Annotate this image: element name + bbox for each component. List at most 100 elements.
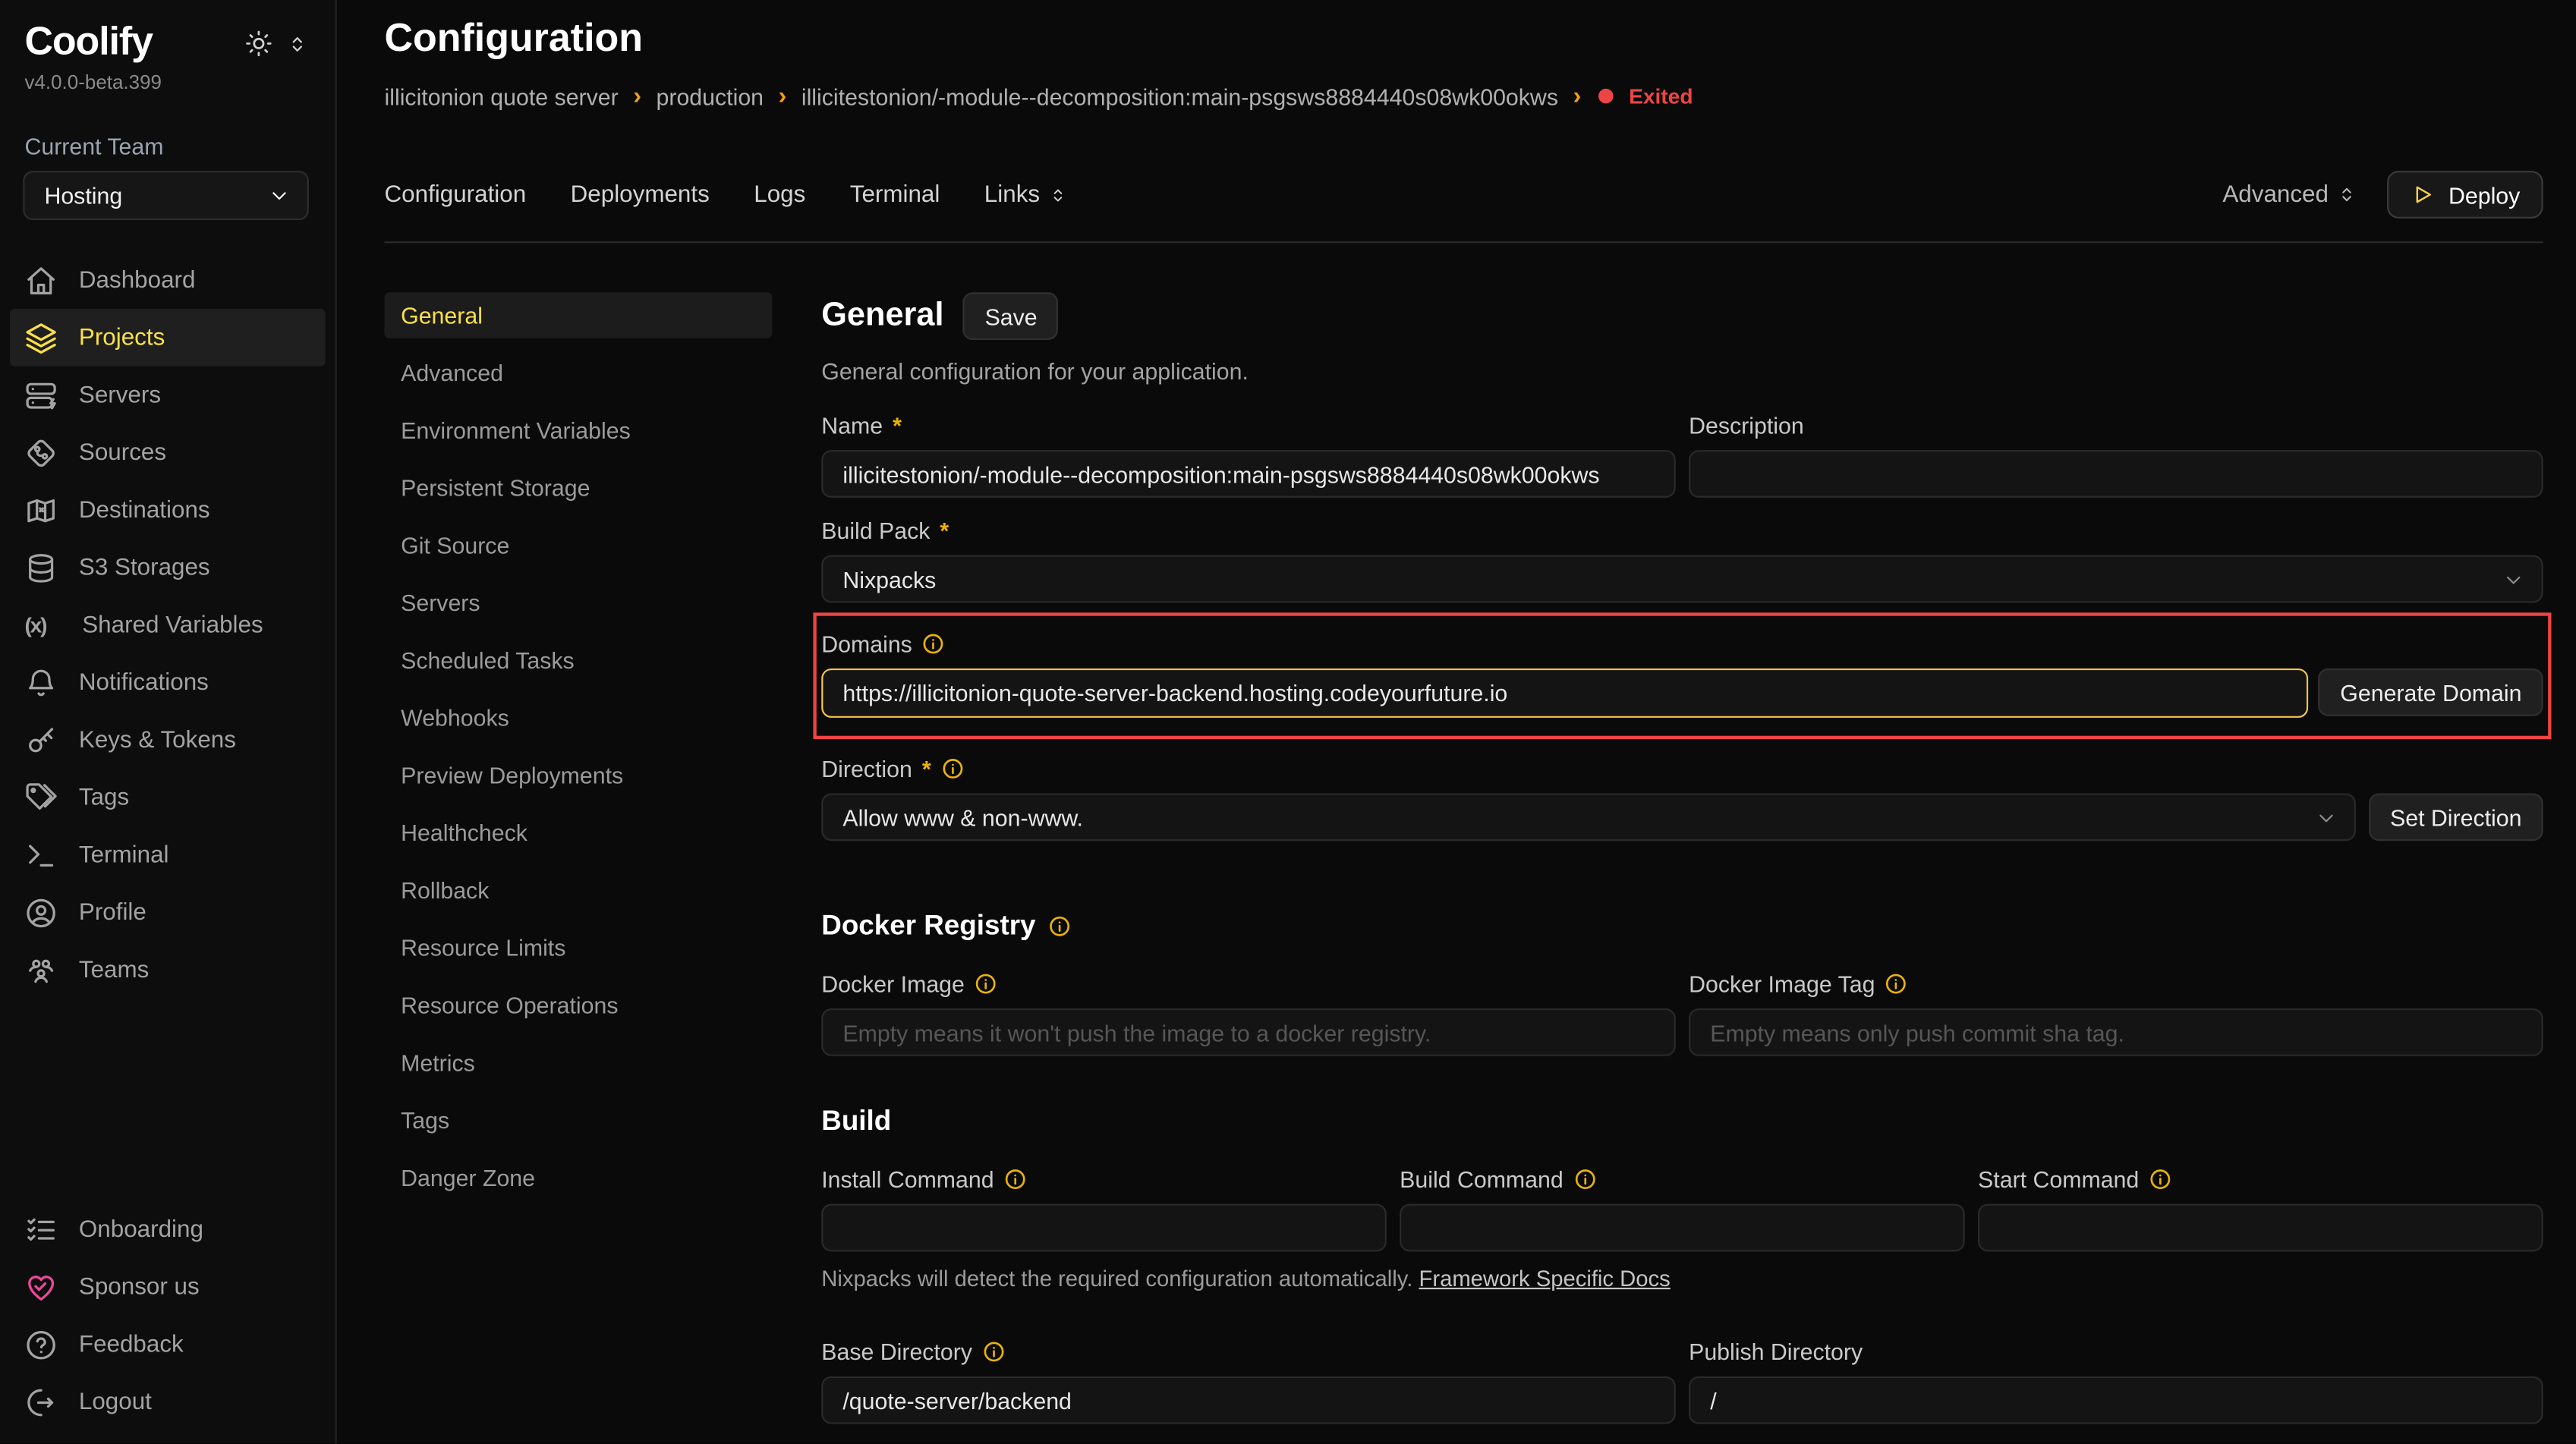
sidebar-nav: Dashboard Projects Servers Sources Desti… bbox=[0, 251, 335, 999]
subnav-scheduled-tasks[interactable]: Scheduled Tasks bbox=[384, 637, 772, 684]
chevrons-up-down-icon[interactable] bbox=[286, 32, 309, 55]
sidebar-item-tags[interactable]: Tags bbox=[0, 769, 335, 826]
tab-deployments[interactable]: Deployments bbox=[571, 181, 710, 208]
base-directory-input[interactable] bbox=[821, 1376, 1676, 1424]
breadcrumb: illicitonion quote server › production ›… bbox=[384, 82, 2543, 110]
sidebar-item-shared-variables[interactable]: (x) Shared Variables bbox=[0, 596, 335, 654]
info-icon[interactable] bbox=[2149, 1168, 2171, 1191]
sidebar-item-teams[interactable]: Teams bbox=[0, 941, 335, 999]
breadcrumb-environment[interactable]: production bbox=[657, 83, 764, 109]
sidebar-item-dashboard[interactable]: Dashboard bbox=[0, 251, 335, 309]
users-icon bbox=[24, 953, 57, 986]
breadcrumb-separator: › bbox=[1573, 82, 1581, 110]
info-icon[interactable] bbox=[982, 1340, 1005, 1363]
framework-docs-link[interactable]: Framework Specific Docs bbox=[1419, 1266, 1670, 1291]
general-form: General Save General configuration for y… bbox=[821, 292, 2543, 1443]
subnav-git-source[interactable]: Git Source bbox=[384, 522, 772, 568]
info-icon[interactable] bbox=[941, 757, 964, 780]
subnav-metrics[interactable]: Metrics bbox=[384, 1040, 772, 1086]
app-logo: Coolify bbox=[24, 20, 152, 66]
direction-label: Direction bbox=[821, 756, 912, 782]
sidebar-item-s3-storages[interactable]: S3 Storages bbox=[0, 539, 335, 596]
main-area: Configuration illicitonion quote server … bbox=[337, 0, 2576, 1444]
description-label: Description bbox=[1689, 412, 1804, 439]
sidebar-item-logout[interactable]: Logout bbox=[0, 1373, 335, 1431]
subnav-persistent-storage[interactable]: Persistent Storage bbox=[384, 465, 772, 511]
sidebar-item-terminal[interactable]: Terminal bbox=[0, 826, 335, 884]
info-icon[interactable] bbox=[1885, 972, 1907, 995]
subnav-general[interactable]: General bbox=[384, 292, 772, 338]
name-input[interactable] bbox=[821, 450, 1676, 498]
nixpacks-note: Nixpacks will detect the required config… bbox=[821, 1266, 1412, 1291]
publish-directory-label: Publish Directory bbox=[1689, 1339, 1863, 1365]
tab-terminal[interactable]: Terminal bbox=[850, 181, 940, 208]
breadcrumb-separator: › bbox=[633, 82, 641, 110]
subnav-servers[interactable]: Servers bbox=[384, 580, 772, 626]
sidebar-item-sponsor-us[interactable]: Sponsor us bbox=[0, 1258, 335, 1316]
subnav-healthcheck[interactable]: Healthcheck bbox=[384, 810, 772, 856]
tab-links[interactable]: Links bbox=[984, 181, 1068, 208]
subnav-environment-variables[interactable]: Environment Variables bbox=[384, 407, 772, 454]
subnav-danger-zone[interactable]: Danger Zone bbox=[384, 1155, 772, 1201]
info-icon[interactable] bbox=[922, 632, 945, 655]
help-circle-icon bbox=[24, 1328, 57, 1361]
sidebar-item-keys-tokens[interactable]: Keys & Tokens bbox=[0, 711, 335, 769]
tab-logs[interactable]: Logs bbox=[754, 181, 805, 208]
subnav-rollback[interactable]: Rollback bbox=[384, 867, 772, 914]
breadcrumb-project[interactable]: illicitonion quote server bbox=[384, 83, 618, 109]
save-button[interactable]: Save bbox=[963, 292, 1058, 340]
sidebar-item-feedback[interactable]: Feedback bbox=[0, 1316, 335, 1373]
sidebar: Coolify v4.0.0-beta.399 Current Team Hos… bbox=[0, 0, 337, 1444]
sidebar-footer-nav: Onboarding Sponsor us Feedback Logout bbox=[0, 1200, 335, 1430]
home-icon bbox=[24, 263, 57, 296]
required-marker: * bbox=[940, 518, 949, 544]
info-icon[interactable] bbox=[1004, 1168, 1027, 1191]
sidebar-item-servers[interactable]: Servers bbox=[0, 367, 335, 424]
publish-directory-input[interactable] bbox=[1689, 1376, 2543, 1424]
checklist-icon bbox=[24, 1213, 57, 1245]
subnav-advanced[interactable]: Advanced bbox=[384, 350, 772, 396]
sidebar-item-projects[interactable]: Projects bbox=[10, 309, 326, 367]
sidebar-item-destinations[interactable]: Destinations bbox=[0, 481, 335, 539]
description-input[interactable] bbox=[1689, 450, 2543, 498]
advanced-menu[interactable]: Advanced bbox=[2222, 181, 2358, 208]
docker-image-tag-input[interactable] bbox=[1689, 1008, 2543, 1056]
info-icon[interactable] bbox=[1573, 1168, 1596, 1191]
set-direction-button[interactable]: Set Direction bbox=[2369, 793, 2543, 841]
domains-input[interactable] bbox=[821, 669, 2309, 718]
info-icon[interactable] bbox=[1049, 915, 1072, 938]
sidebar-item-sources[interactable]: Sources bbox=[0, 423, 335, 481]
subnav-webhooks[interactable]: Webhooks bbox=[384, 695, 772, 741]
sidebar-item-onboarding[interactable]: Onboarding bbox=[0, 1200, 335, 1258]
chevron-down-icon bbox=[2502, 568, 2525, 590]
chevrons-up-down-icon bbox=[2337, 184, 2358, 205]
direction-select[interactable]: Allow www & non-www. bbox=[821, 793, 2355, 841]
start-command-label: Start Command bbox=[1978, 1166, 2139, 1193]
user-circle-icon bbox=[24, 896, 57, 929]
team-select[interactable]: Hosting bbox=[23, 171, 309, 220]
logout-icon bbox=[24, 1386, 57, 1418]
sun-icon[interactable] bbox=[245, 30, 273, 58]
tab-configuration[interactable]: Configuration bbox=[384, 181, 526, 208]
generate-domain-button[interactable]: Generate Domain bbox=[2319, 669, 2543, 716]
build-pack-select[interactable]: Nixpacks bbox=[821, 555, 2543, 603]
deploy-button[interactable]: Deploy bbox=[2388, 171, 2543, 219]
sidebar-item-profile[interactable]: Profile bbox=[0, 884, 335, 942]
start-command-input[interactable] bbox=[1978, 1204, 2543, 1252]
install-command-input[interactable] bbox=[821, 1204, 1387, 1252]
subnav-tags[interactable]: Tags bbox=[384, 1097, 772, 1144]
team-select-value: Hosting bbox=[44, 182, 122, 209]
map-icon bbox=[24, 493, 57, 526]
status-dot-icon bbox=[1599, 89, 1614, 103]
subnav-resource-operations[interactable]: Resource Operations bbox=[384, 982, 772, 1028]
subnav-resource-limits[interactable]: Resource Limits bbox=[384, 925, 772, 971]
page-title: Configuration bbox=[384, 17, 2543, 63]
play-icon bbox=[2411, 182, 2435, 206]
info-icon[interactable] bbox=[975, 972, 997, 995]
subnav-preview-deployments[interactable]: Preview Deployments bbox=[384, 752, 772, 798]
build-command-input[interactable] bbox=[1400, 1204, 1965, 1252]
docker-image-input[interactable] bbox=[821, 1008, 1676, 1056]
sidebar-item-notifications[interactable]: Notifications bbox=[0, 653, 335, 711]
chevron-down-icon bbox=[2314, 806, 2337, 829]
breadcrumb-application[interactable]: illicitestonion/-module--decomposition:m… bbox=[801, 83, 1558, 109]
